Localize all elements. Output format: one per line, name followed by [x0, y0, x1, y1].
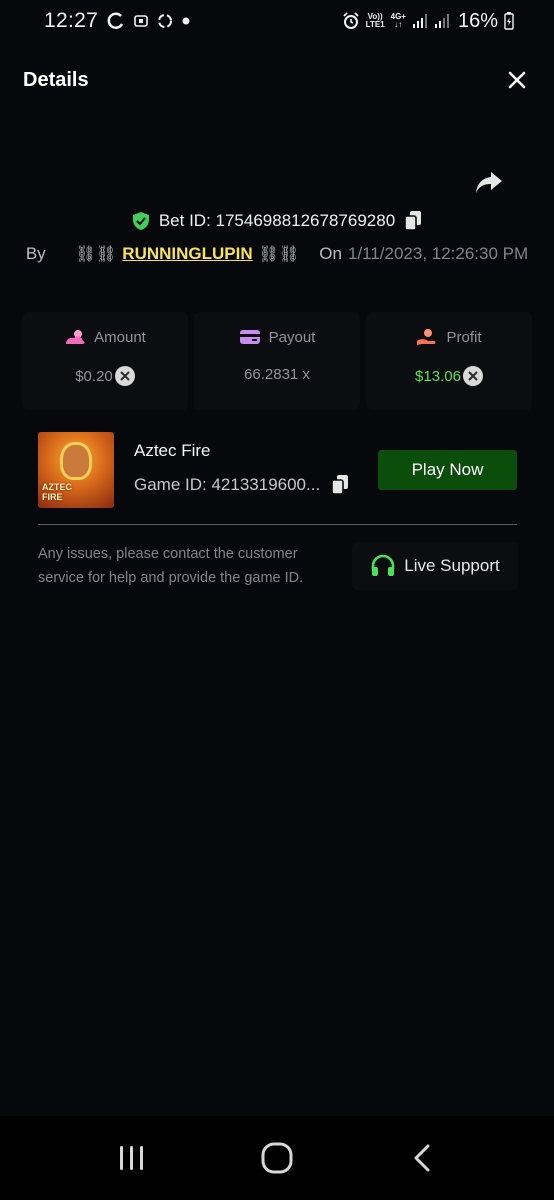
dot-icon: [182, 17, 190, 25]
status-right: Vo)) LTE1 4G+ ↓↑ 16%: [342, 10, 514, 33]
card-icon: [239, 328, 261, 346]
stat-payout-head: Payout: [239, 328, 316, 346]
stat-profit-head: Profit: [416, 328, 482, 346]
share-button[interactable]: [474, 169, 504, 197]
stat-profit-label: Profit: [446, 328, 482, 346]
stat-payout-value-row: 66.2831 x: [244, 366, 310, 383]
back-icon: [414, 1144, 430, 1172]
headphones-icon: [370, 554, 396, 578]
game-thumbnail-title: AZTEC FIRE: [42, 482, 72, 502]
stat-amount-value: $0.20: [75, 367, 113, 385]
stat-profit-value-row: $13.06: [415, 366, 483, 386]
stat-amount-head: Amount: [64, 328, 146, 346]
divider: [38, 524, 517, 525]
game-id: Game ID: 4213319600...: [134, 475, 321, 494]
user-prefix: ⛓⛓: [75, 246, 117, 263]
system-nav-bar: [0, 1116, 554, 1200]
live-support-label: Live Support: [404, 556, 500, 575]
recents-button[interactable]: [102, 1128, 162, 1188]
network-type: 4G+ ↓↑: [391, 13, 406, 29]
copy-bet-id-button[interactable]: [403, 210, 423, 232]
hand-person-icon: [416, 328, 438, 346]
details-screen: 12:27 Vo)) LTE1 4G+ ↓↑ 16% Details Bet I…: [0, 0, 554, 1200]
status-time: 12:27: [44, 9, 99, 32]
lte-label: LTE1: [365, 20, 385, 29]
status-left: 12:27: [44, 9, 190, 33]
status-bar: 12:27 Vo)) LTE1 4G+ ↓↑ 16%: [0, 0, 554, 42]
live-support-button[interactable]: Live Support: [352, 542, 518, 590]
share-icon: [476, 172, 502, 193]
bet-id-row: Bet ID: 1754698812678769280: [0, 206, 554, 236]
close-icon: [508, 71, 526, 89]
shield-check-icon: [131, 211, 151, 231]
stat-profit-value: $13.06: [415, 367, 461, 385]
coin-x-icon: [114, 366, 135, 386]
data-arrows-icon: ↓↑: [394, 20, 403, 29]
stat-payout: Payout 66.2831 x: [194, 312, 360, 410]
bet-date: 1/11/2023, 12:26:30 PM: [347, 244, 529, 263]
page-title: Details: [23, 68, 89, 91]
alarm-icon: [342, 12, 360, 30]
game-art: [60, 442, 92, 480]
battery-percent: 16%: [457, 9, 498, 32]
stat-amount-value-row: $0.20: [75, 366, 135, 386]
on-label: On: [319, 244, 342, 263]
signal-icon-2: [434, 13, 450, 29]
recycle-icon: [156, 12, 174, 30]
game-name: Aztec Fire: [134, 441, 211, 460]
copy-icon: [331, 475, 349, 495]
stat-payout-value: 66.2831 x: [244, 366, 310, 383]
stat-amount: Amount $0.20: [22, 312, 188, 410]
user-suffix: ⛓⛓: [258, 246, 300, 263]
signal-icon-1: [412, 13, 428, 29]
game-thumbnail[interactable]: AZTEC FIRE: [38, 432, 114, 508]
play-now-button[interactable]: Play Now: [378, 450, 517, 490]
copy-icon: [404, 211, 422, 231]
home-icon: [261, 1142, 293, 1174]
thumb-label-line-2: FIRE: [42, 492, 63, 502]
home-button[interactable]: [247, 1128, 307, 1188]
coin-x-icon: [462, 366, 483, 386]
thumb-label-line-1: AZTEC: [42, 482, 72, 492]
volte-indicator: Vo)) LTE1: [366, 13, 385, 29]
by-label: By: [25, 244, 46, 263]
stat-amount-label: Amount: [94, 328, 146, 346]
close-button[interactable]: [504, 67, 530, 93]
bet-id: Bet ID: 1754698812678769280: [158, 211, 396, 230]
battery-icon: [504, 12, 514, 30]
game-id-row: Game ID: 4213319600...: [134, 474, 350, 496]
sync-icon: [106, 11, 126, 31]
app-notification-icon: [134, 14, 148, 28]
bet-meta-row: By ⛓⛓ RUNNINGLUPIN ⛓⛓ On 1/11/2023, 12:2…: [0, 240, 554, 268]
copy-game-id-button[interactable]: [330, 474, 350, 496]
recents-icon: [120, 1146, 144, 1170]
stats-panel: Amount $0.20 Payout 66.2831 x Profit $13…: [22, 312, 532, 410]
sun-cloud-icon: [64, 328, 86, 346]
back-button[interactable]: [392, 1128, 452, 1188]
help-text: Any issues, please contact the customer …: [38, 546, 304, 586]
stat-payout-label: Payout: [268, 328, 316, 346]
username-link[interactable]: RUNNINGLUPIN: [122, 244, 252, 264]
stat-profit: Profit $13.06: [366, 312, 532, 410]
header: Details: [0, 58, 554, 102]
